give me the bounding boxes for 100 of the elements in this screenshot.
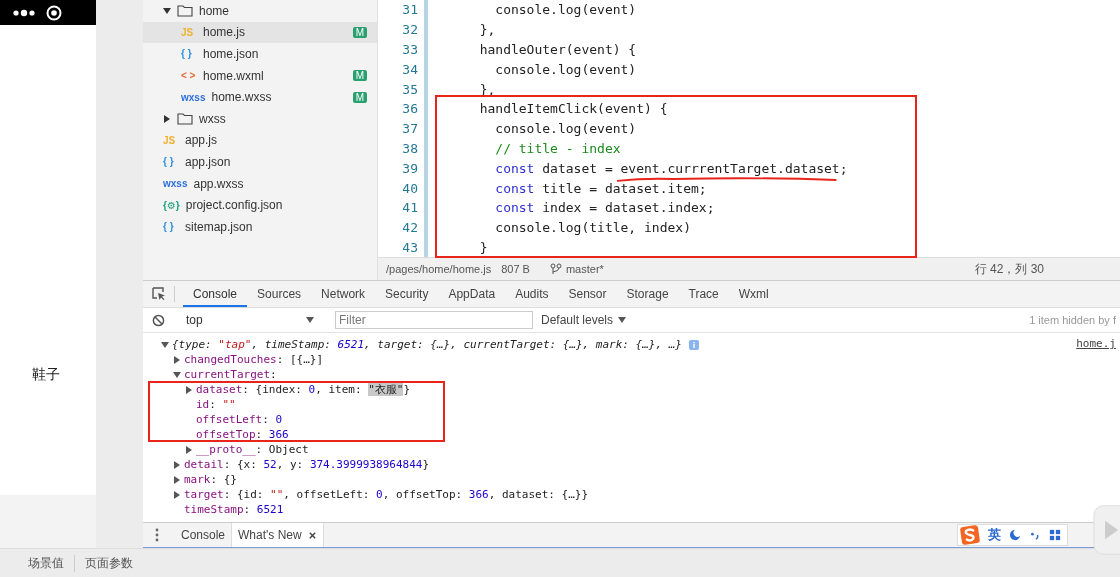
line-number: 43 — [401, 239, 418, 255]
console-entry: target: {id: "", offsetLeft: 0, offsetTop: 366, dataset: {…}} — [184, 488, 588, 501]
console-entry: {type: "tap", timeStamp: 6521, target: {…}, currentTarget: {…}, mark: {…}, …} — [172, 338, 682, 351]
drawer-tab-label[interactable]: What's New — [238, 528, 302, 542]
caret-icon[interactable] — [618, 317, 627, 323]
line-number: 38 — [401, 140, 418, 156]
modified-badge: M — [352, 26, 367, 38]
more-options-icon[interactable] — [155, 528, 159, 542]
code-line: }, — [478, 22, 496, 38]
devtools-tab[interactable]: Console — [183, 281, 248, 307]
collapsed-arrow-icon[interactable] — [185, 445, 193, 454]
devtools-tab[interactable]: Sources — [247, 281, 312, 307]
input-method-logo-icon[interactable] — [960, 525, 980, 545]
file-tree-item[interactable]: home — [143, 0, 377, 22]
close-icon[interactable] — [307, 530, 317, 540]
cursor-position: 行 42，列 30 — [974, 260, 1044, 278]
expanded-arrow-icon[interactable] — [163, 6, 171, 15]
folder-icon — [177, 112, 193, 125]
file-tree-item[interactable]: wxss home.wxss M — [143, 86, 377, 108]
code-line: handleItemClick(event) { — [478, 101, 668, 117]
grid-icon[interactable] — [1049, 529, 1061, 541]
context-dropdown[interactable]: top — [182, 313, 318, 327]
code-line: const index = dataset.index; — [494, 200, 715, 216]
drawer-tab-label[interactable]: Console — [181, 528, 226, 542]
git-branch[interactable]: master* — [565, 263, 604, 275]
line-number: 39 — [401, 160, 418, 176]
expanded-arrow-icon[interactable] — [173, 370, 181, 379]
console-entry: mark: {} — [184, 473, 237, 486]
file-tree-item[interactable]: JS app.js — [143, 129, 377, 152]
caret-icon[interactable] — [306, 317, 314, 323]
file-type-icon: { } — [181, 48, 197, 60]
drawer-tab[interactable]: Console — [175, 523, 232, 547]
drawer-tab[interactable]: What's New — [231, 523, 324, 547]
devtools-tab[interactable]: Trace — [678, 281, 729, 307]
collapsed-arrow-icon[interactable] — [163, 114, 171, 123]
devtools-tab[interactable]: Wxml — [728, 281, 779, 307]
inspect-element-icon[interactable] — [152, 287, 166, 301]
console-entry: offsetLeft: 0 — [196, 413, 283, 426]
line-number: 41 — [401, 200, 418, 216]
code-line: console.log(title, index) — [494, 220, 691, 236]
console-entry: timeStamp: 6521 — [184, 503, 284, 516]
file-tree-item[interactable]: { } home.json — [143, 43, 377, 65]
file-tree-item[interactable]: JS home.js M — [143, 21, 377, 44]
code-line: // title - index — [494, 140, 621, 156]
moon-icon[interactable] — [1009, 529, 1021, 541]
line-number: 34 — [401, 61, 418, 77]
collapsed-arrow-icon[interactable] — [173, 355, 181, 364]
line-number: 35 — [401, 81, 418, 97]
devtools-tab[interactable]: Storage — [616, 281, 679, 307]
devtools-tab[interactable]: Network — [311, 281, 376, 307]
line-number: 40 — [401, 180, 418, 196]
file-type-icon: < > — [181, 70, 197, 82]
expanded-arrow-icon[interactable] — [161, 340, 169, 349]
devtools-tab[interactable]: Audits — [505, 281, 559, 307]
collapsed-arrow-icon[interactable] — [173, 460, 181, 469]
line-number: 37 — [401, 121, 418, 137]
bottom-bar-tab[interactable]: 场景值 — [18, 554, 74, 572]
file-tree-item[interactable]: {⚙} project.config.json — [143, 194, 377, 216]
line-number: 36 — [401, 101, 418, 117]
line-number: 42 — [401, 220, 418, 236]
file-path: /pages/home/home.js — [386, 263, 492, 275]
clear-console-icon[interactable] — [152, 313, 165, 327]
console-entry: dataset: {index: 0, item: "衣服"} — [196, 382, 411, 397]
log-levels-dropdown[interactable]: Default levels — [541, 313, 627, 327]
line-number: 33 — [401, 42, 418, 57]
code-line: } — [478, 239, 488, 255]
devtools-tab[interactable]: Sensor — [558, 281, 617, 307]
file-type-icon: { } — [163, 156, 179, 168]
file-type-icon: {⚙} — [163, 199, 180, 211]
file-tree-item[interactable]: wxss app.wxss — [143, 172, 377, 195]
bottom-bar-tab[interactable]: 页面参数 — [74, 554, 143, 572]
file-type-icon: JS — [163, 134, 179, 146]
collapsed-arrow-icon[interactable] — [185, 385, 193, 394]
category-item[interactable]: 鞋子 — [32, 366, 60, 384]
console-entry: detail: {x: 52, y: 374.3999938964844} — [184, 458, 430, 471]
input-language-toggle[interactable]: 英 — [988, 526, 1001, 544]
console-entry: __proto__: Object — [196, 443, 309, 456]
console-entry: changedTouches: [{…}] — [184, 353, 324, 366]
file-tree-item[interactable]: { } sitemap.json — [143, 215, 377, 238]
console-entry: offsetTop: 366 — [196, 428, 289, 441]
file-tree-item[interactable]: { } app.json — [143, 151, 377, 173]
code-line: console.log(event) — [494, 61, 637, 77]
code-line: console.log(event) — [494, 2, 637, 18]
console-entry: currentTarget: — [184, 368, 277, 381]
code-line: const dataset = event.currrentTarget.dataset; — [494, 160, 848, 176]
collapsed-arrow-icon[interactable] — [173, 475, 181, 484]
file-type-icon: wxss — [163, 178, 188, 190]
folder-icon — [177, 4, 193, 17]
modified-badge: M — [352, 70, 367, 82]
line-number: 31 — [401, 2, 418, 18]
devtools-tab[interactable]: Security — [375, 281, 439, 307]
file-type-icon: wxss — [181, 91, 206, 103]
file-type-icon: JS — [181, 26, 197, 38]
devtools-tab[interactable]: AppData — [438, 281, 506, 307]
file-tree-item[interactable]: wxss — [143, 107, 377, 130]
code-line: console.log(event) — [494, 121, 637, 137]
collapsed-arrow-icon[interactable] — [173, 490, 181, 499]
source-link[interactable]: home.j — [1076, 337, 1116, 350]
file-tree-item[interactable]: < > home.wxml M — [143, 64, 377, 87]
filter-field[interactable]: Filter — [335, 311, 533, 329]
